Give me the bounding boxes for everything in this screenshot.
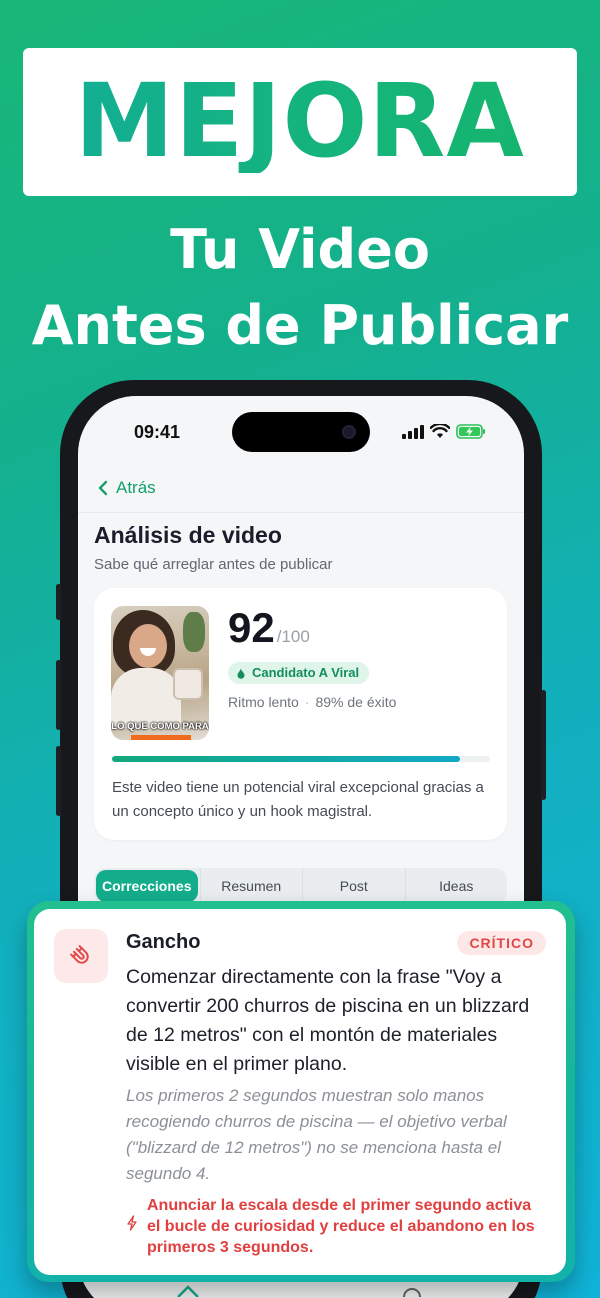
video-score-card: LO QUE COMO PARA 92 /100 Candidato A Vir…: [94, 588, 507, 840]
correction-icon-box: [54, 929, 108, 983]
flame-icon: [237, 668, 245, 679]
settings-icon[interactable]: [400, 1285, 424, 1297]
hero-title: MEJORA: [74, 62, 526, 181]
phone-side-button: [56, 660, 61, 730]
phone-side-button: [541, 690, 546, 800]
battery-charging-icon: [456, 424, 485, 439]
video-thumbnail[interactable]: LO QUE COMO PARA: [111, 606, 209, 740]
correction-tip: Anunciar la escala desde el primer segun…: [147, 1197, 535, 1256]
hero-banner: MEJORA: [23, 48, 577, 196]
page-title: Análisis de video: [94, 522, 282, 548]
back-button[interactable]: Atrás: [98, 478, 156, 498]
tab-post[interactable]: Post: [302, 868, 405, 904]
analysis-tabs: Correcciones Resumen Post Ideas: [94, 868, 507, 904]
phone-side-button: [56, 746, 61, 816]
status-icons: [402, 424, 486, 439]
correction-body: Comenzar directamente con la frase "Voy …: [126, 966, 530, 1075]
video-summary: Este video tiene un potencial viral exce…: [112, 779, 484, 820]
correction-title: Gancho: [126, 931, 201, 953]
magnet-icon: [70, 945, 89, 964]
hero-subtitle-line1: Tu Video: [170, 218, 430, 281]
dynamic-island: [232, 412, 370, 452]
wifi-icon: [430, 424, 450, 438]
success-text: 89% de éxito: [315, 694, 397, 710]
tab-resumen[interactable]: Resumen: [199, 868, 303, 904]
score-progress-bar: [112, 756, 490, 762]
correction-note: Los primeros 2 segundos muestran solo ma…: [126, 1086, 507, 1183]
lightning-icon: [127, 1215, 137, 1231]
tab-ideas[interactable]: Ideas: [404, 868, 508, 904]
back-label: Atrás: [116, 478, 156, 497]
score-max: /100: [276, 627, 310, 646]
status-badge: Candidato A Viral: [228, 662, 370, 684]
status-time: 09:41: [134, 422, 181, 442]
critical-badge: CRÍTICO: [457, 931, 546, 955]
correction-card: Gancho CRÍTICO Comenzar directamente con…: [34, 909, 566, 1275]
camera-icon: [342, 425, 356, 439]
hero-subtitle-line2: Antes de Publicar: [31, 294, 569, 357]
video-meta: Ritmo lento · 89% de éxito: [228, 694, 397, 710]
nav-divider: [78, 512, 524, 513]
tab-correcciones[interactable]: Correcciones: [96, 870, 198, 902]
viral-score: 92 /100: [228, 604, 310, 652]
home-icon[interactable]: [176, 1285, 200, 1297]
thumbnail-caption: LO QUE COMO PARA: [111, 721, 209, 732]
chevron-left-icon: [98, 480, 108, 496]
page-subtitle: Sabe qué arreglar antes de publicar: [94, 556, 333, 573]
score-value: 92: [228, 604, 275, 651]
signal-icon: [402, 424, 424, 439]
phone-side-button: [56, 584, 61, 620]
pace-text: Ritmo lento: [228, 694, 299, 710]
score-progress-fill: [112, 756, 460, 762]
